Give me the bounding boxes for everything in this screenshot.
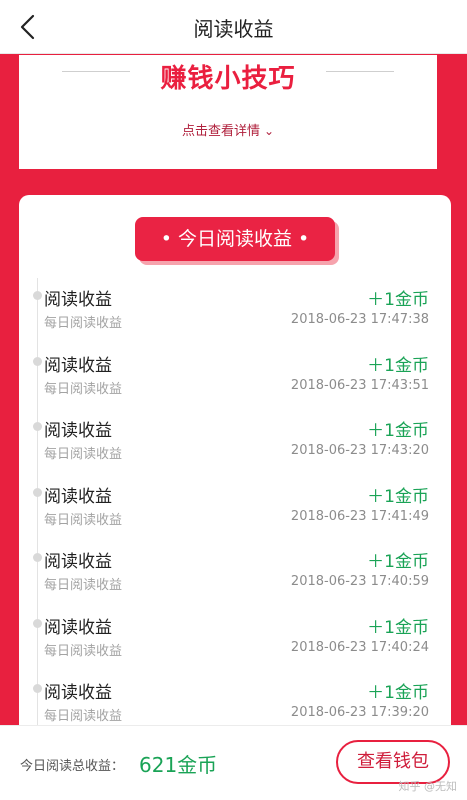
row-amount: ＋1金币 xyxy=(367,552,429,572)
view-details-label: 点击查看详情 xyxy=(181,124,260,139)
watermark: 知乎 @无知 xyxy=(398,780,458,793)
income-row: 阅读收益每日阅读收益 ＋1金币 2018-06-23 17:41:49 xyxy=(19,482,451,548)
row-title: 阅读收益 xyxy=(44,355,112,376)
row-subtitle: 每日阅读收益 xyxy=(44,381,123,397)
income-row: 阅读收益每日阅读收益 ＋1金币 2018-06-23 17:43:20 xyxy=(19,416,451,482)
timeline-dot xyxy=(33,356,42,366)
row-title: 阅读收益 xyxy=(44,421,112,441)
row-timestamp: 2018-06-23 17:43:20 xyxy=(290,443,429,458)
total-income-label: 今日阅读总收益： xyxy=(20,759,125,774)
row-amount: ＋1金币 xyxy=(367,683,429,703)
row-subtitle: 每日阅读收益 xyxy=(44,512,123,528)
income-list-card: • 今日阅读收益 • 阅读收益 每日阅读收益 ＋1金币 2018-06-23 17:4… xyxy=(19,195,451,768)
timeline-dot xyxy=(33,684,42,693)
timeline-dot xyxy=(33,553,42,562)
divider-right xyxy=(326,71,394,72)
income-row: 阅读收益每日阅读收益 ＋1金币 2018-06-23 17:40:24 xyxy=(19,613,451,679)
income-row: 阅读收益每日阅读收益 ＋1金币 2018-06-23 17:47:38 xyxy=(19,285,451,351)
view-details-link[interactable]: 点击查看详情 ⌄ xyxy=(19,120,437,139)
app-header: 阅读收益 xyxy=(0,0,467,54)
row-title: 阅读收益 xyxy=(44,683,112,703)
row-timestamp: 2018-06-23 17:41:49 xyxy=(290,508,429,524)
row-subtitle: 每日阅读收益 xyxy=(44,643,123,659)
timeline-dot xyxy=(33,618,42,628)
money-tips-card: 赚钱小技巧 点击查看详情 ⌄ xyxy=(19,55,437,169)
row-timestamp: 2018-06-23 17:39:20 xyxy=(290,705,429,720)
row-subtitle: 每日阅读收益 xyxy=(44,447,123,462)
row-title: 阅读收益 xyxy=(44,617,112,638)
row-subtitle: 每日阅读收益 xyxy=(44,578,123,593)
timeline-dot xyxy=(33,487,42,497)
income-row: 阅读收益每日阅读收益 ＋1金币 2018-06-23 17:40:59 xyxy=(19,547,451,613)
row-timestamp: 2018-06-23 17:40:59 xyxy=(290,574,429,589)
page-body: 赚钱小技巧 点击查看详情 ⌄ • 今日阅读收益 • 阅读收益 每日阅读收益 ＋1金币 2… xyxy=(0,55,467,768)
row-subtitle: 每日阅读收益 xyxy=(44,316,123,331)
total-income-value: 621金币 xyxy=(139,753,218,777)
row-subtitle: 每日阅读收益 xyxy=(44,709,123,724)
income-row: 阅读收益每日阅读收益 ＋1金币 2018-06-23 17:43:51 xyxy=(19,351,451,417)
row-amount: ＋1金币 xyxy=(367,617,429,638)
row-timestamp: 2018-06-23 17:47:38 xyxy=(290,312,429,327)
section-title: • 今日阅读收益 • xyxy=(135,217,335,261)
row-amount: ＋1金币 xyxy=(367,486,429,507)
row-title: 阅读收益 xyxy=(44,290,112,310)
timeline-dot xyxy=(33,422,42,431)
row-title: 阅读收益 xyxy=(44,486,112,507)
tips-title: 赚钱小技巧 xyxy=(160,64,296,94)
footer-bar: 今日阅读总收益： 621金币 查看钱包 知乎 @无知 xyxy=(0,725,467,800)
row-timestamp: 2018-06-23 17:43:51 xyxy=(290,377,429,393)
chevron-down-icon: ⌄ xyxy=(263,124,275,138)
timeline-dot xyxy=(33,291,42,300)
page-title: 阅读收益 xyxy=(193,17,274,41)
row-amount: ＋1金币 xyxy=(367,290,429,310)
row-amount: ＋1金币 xyxy=(367,355,429,376)
scalloped-edge xyxy=(19,163,437,169)
row-amount: ＋1金币 xyxy=(367,421,429,441)
row-timestamp: 2018-06-23 17:40:24 xyxy=(290,639,429,655)
row-title: 阅读收益 xyxy=(44,552,112,572)
